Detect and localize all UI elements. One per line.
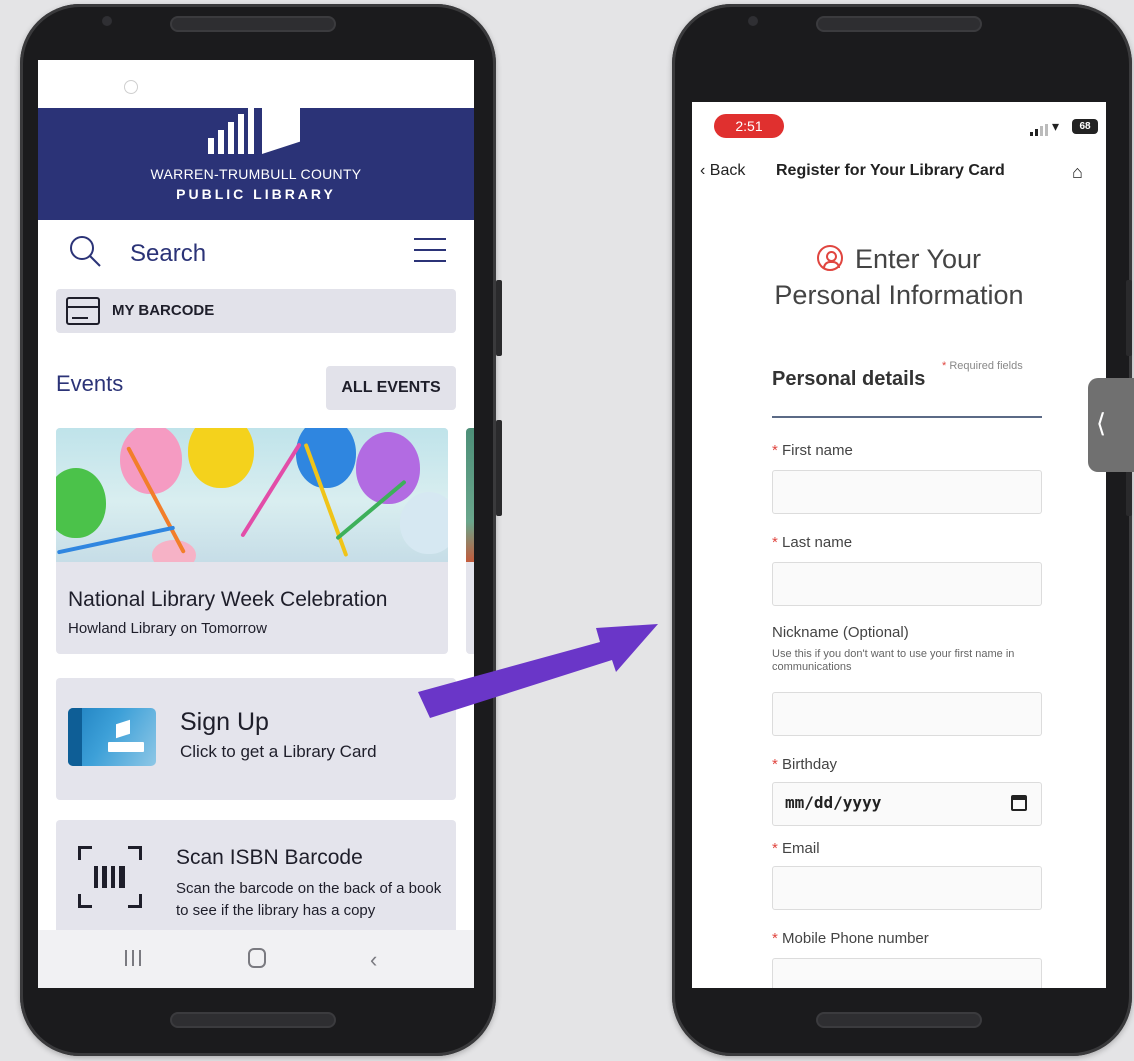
last-name-label-text: Last name [782, 534, 853, 551]
ios-status-bar: 2:51 ▾ 68 [692, 102, 1106, 150]
chevron-left-icon: ⟨ [1096, 408, 1107, 438]
form-heading: Enter Your [692, 244, 1106, 275]
email-label-text: Email [782, 840, 820, 857]
required-note: * Required fields [942, 360, 1023, 372]
last-name-label: * Last name [772, 534, 853, 551]
form-heading-line2: Personal Information [774, 280, 1024, 310]
mobile-label-text: Mobile Phone number [782, 930, 929, 947]
left-app-screen: WARREN-TRUMBULL COUNTY PUBLIC LIBRARY Se… [38, 60, 474, 988]
page-title: Register for Your Library Card [776, 162, 1005, 179]
search-row[interactable]: Search [38, 220, 474, 284]
birthday-label-text: Birthday [782, 756, 838, 773]
wifi-icon: ▾ [1052, 118, 1060, 134]
bottom-speaker [170, 1012, 336, 1028]
scan-isbn-card[interactable]: Scan ISBN Barcode Scan the barcode on th… [56, 820, 456, 940]
birthday-value: mm/dd/yyyy [785, 793, 882, 812]
email-label: * Email [772, 840, 820, 857]
signup-title: Sign Up [180, 708, 269, 736]
library-name-line2: PUBLIC LIBRARY [176, 186, 336, 202]
last-name-field[interactable] [772, 562, 1042, 606]
scan-title: Scan ISBN Barcode [176, 846, 363, 869]
events-heading: Events [56, 371, 124, 396]
email-field[interactable] [772, 866, 1042, 910]
earpiece-speaker [170, 16, 336, 32]
barcode-card-icon [66, 297, 100, 325]
event-title: National Library Week Celebration [68, 588, 388, 611]
search-icon[interactable] [68, 234, 102, 268]
side-panel-tab[interactable]: ⟨ [1088, 378, 1134, 472]
signup-subtitle: Click to get a Library Card [180, 742, 377, 761]
bottom-speaker [816, 1012, 982, 1028]
section-divider [772, 416, 1042, 418]
birthday-label: * Birthday [772, 756, 838, 773]
volume-button [496, 420, 502, 516]
my-barcode-button[interactable]: MY BARCODE [56, 289, 456, 333]
recent-apps-icon[interactable] [124, 950, 142, 966]
transition-arrow-icon [418, 624, 658, 718]
library-header: WARREN-TRUMBULL COUNTY PUBLIC LIBRARY [38, 95, 474, 220]
calendar-icon[interactable] [1011, 795, 1027, 811]
library-name-line1: WARREN-TRUMBULL COUNTY [150, 166, 362, 182]
barcode-scan-icon [78, 846, 142, 908]
balloons-image [56, 428, 448, 562]
battery-level: 68 [1072, 119, 1098, 134]
form-heading-line1: Enter Your [854, 244, 982, 274]
back-icon[interactable]: ‹ [370, 947, 377, 973]
right-web-screen: 2:51 ▾ 68 ‹ Back Register for Your Libra… [692, 102, 1106, 988]
my-barcode-label: MY BARCODE [112, 302, 215, 319]
back-label: Back [709, 162, 746, 179]
status-time: 2:51 [714, 114, 784, 138]
first-name-field[interactable] [772, 470, 1042, 514]
section-title: Personal details [772, 368, 926, 390]
library-logo-icon [204, 95, 308, 158]
signup-card[interactable]: Sign Up Click to get a Library Card [56, 678, 456, 800]
power-button [1126, 280, 1132, 356]
status-bar [38, 60, 474, 108]
signal-icon [1030, 124, 1050, 136]
first-name-label: * First name [772, 442, 853, 459]
mobile-label: * Mobile Phone number [772, 930, 929, 947]
android-nav-bar: ‹ [38, 930, 474, 988]
required-note-text: Required fields [949, 360, 1023, 372]
power-button [496, 280, 502, 356]
nickname-help: Use this if you don't want to use your f… [772, 648, 1015, 673]
hamburger-menu-icon[interactable] [414, 238, 446, 264]
all-events-button[interactable]: ALL EVENTS [326, 366, 456, 410]
nickname-field[interactable] [772, 692, 1042, 736]
scan-subtitle: Scan the barcode on the back of a book t… [176, 880, 442, 919]
camera-cutout-icon [124, 80, 138, 94]
home-icon[interactable] [248, 948, 266, 968]
nickname-label: Nickname (Optional) [772, 624, 909, 641]
browser-nav-bar: ‹ Back Register for Your Library Card ⌂ [692, 150, 1106, 194]
birthday-field[interactable]: mm/dd/yyyy [772, 782, 1042, 826]
front-camera-icon [748, 16, 758, 26]
first-name-label-text: First name [782, 442, 853, 459]
back-button[interactable]: ‹ Back [700, 162, 745, 180]
mobile-field[interactable] [772, 958, 1042, 988]
search-label[interactable]: Search [130, 240, 206, 268]
home-icon[interactable]: ⌂ [1072, 162, 1083, 183]
front-camera-icon [102, 16, 112, 26]
event-subtitle: Howland Library on Tomorrow [68, 620, 267, 637]
earpiece-speaker [816, 16, 982, 32]
library-card-icon [68, 708, 156, 766]
event-card[interactable]: National Library Week Celebration Howlan… [56, 428, 448, 654]
person-icon [816, 245, 843, 271]
